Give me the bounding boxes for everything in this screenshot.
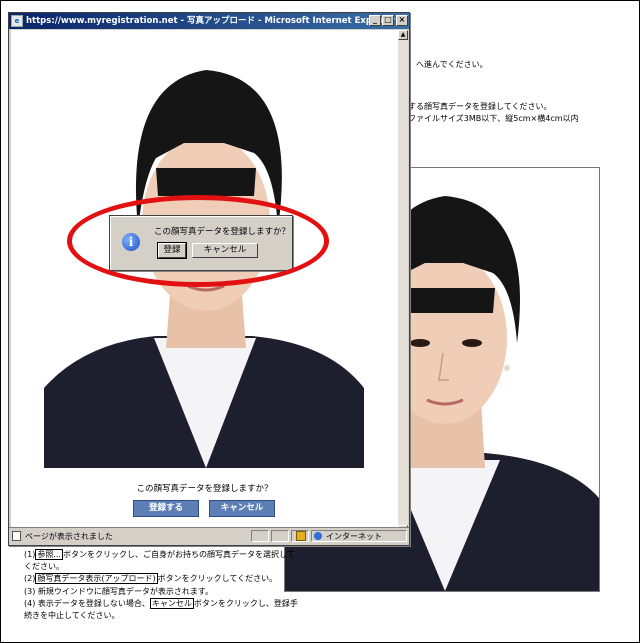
scroll-up-icon[interactable]: ▲ (398, 30, 408, 40)
page-icon (12, 531, 21, 541)
bg-instruction-line: ）へ進んでください。 (408, 60, 488, 69)
status-bar: ページが表示されました インターネット (9, 527, 409, 545)
bg-instruction-line: ファイルサイズ3MB以下、縦5cm×横4cm以内 (408, 114, 579, 123)
step-3: (3) 新規ウインドウに顔写真データが表示されます。 (24, 586, 214, 596)
ie-logo-icon: e (11, 15, 23, 27)
cancel-button[interactable]: キャンセル (209, 500, 275, 517)
register-button[interactable]: 登録する (133, 500, 199, 517)
step-4: (4) 表示データを登録しない場合、 キャンセル ボタンをクリックし、登録手 (24, 597, 298, 609)
status-text: ページが表示されました (25, 532, 113, 541)
instruction-steps: (1) 参照... ボタンをクリックし、ご自身がお持ちの顔写真データを選択して くだ… (24, 549, 298, 622)
step-4-cont: 続きを中止してください。 (24, 611, 120, 621)
browse-button-label: 参照... (35, 549, 63, 560)
window-title: https://www.myregistration.net - 写真アップロー… (26, 16, 395, 26)
maximize-button[interactable]: □ (382, 15, 394, 26)
globe-icon (314, 532, 322, 540)
zone-text: インターネット (326, 532, 382, 541)
step-2: (2) 顔写真データ表示(アップロード) ボタンをクリックしてください。 (24, 573, 278, 585)
step-1-cont: ください。 (24, 562, 64, 572)
status-cell (271, 530, 289, 542)
highlight-ellipse (67, 195, 329, 287)
vertical-scrollbar[interactable]: ▲ ▼ (398, 30, 408, 535)
zone-cell: インターネット (296, 530, 407, 542)
lock-icon (296, 531, 306, 541)
bg-instruction-line: する顔写真データを登録してください。 (408, 102, 552, 111)
close-button[interactable]: × (396, 15, 408, 26)
photo-confirm-question: この顔写真データを登録しますか？ (136, 484, 273, 494)
step-1: (1) 参照... ボタンをクリックし、ご自身がお持ちの顔写真データを選択して (24, 549, 295, 560)
minimize-button[interactable]: _ (369, 15, 381, 26)
cancel-button-label: キャンセル (149, 597, 194, 609)
window-titlebar[interactable]: e https://www.myregistration.net - 写真アップ… (9, 13, 409, 29)
status-cell (251, 530, 269, 542)
upload-button-label: 顔写真データ表示(アップロード) (35, 573, 158, 585)
